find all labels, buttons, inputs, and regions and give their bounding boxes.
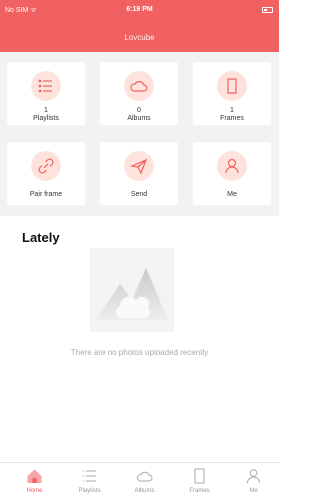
empty-photo-placeholder — [90, 248, 174, 332]
tab-me[interactable]: Me — [226, 463, 281, 497]
cloud-icon — [136, 471, 153, 482]
dashboard-grid: 1 Playlists 0 Albums 1 Frames Pair frame… — [0, 52, 279, 216]
battery-icon — [262, 7, 273, 13]
app-header: No SIM ᯤ 6:19 PM Lovcube — [0, 0, 279, 52]
playlists-count: 1 — [44, 107, 48, 114]
mountain-icon — [96, 268, 168, 320]
tab-home[interactable]: Home — [7, 463, 62, 497]
status-bar: No SIM ᯤ 6:19 PM — [0, 6, 279, 18]
send-label: Send — [130, 191, 148, 198]
tab-playlists-label: Playlists — [78, 488, 101, 494]
tab-home-label: Home — [26, 488, 43, 494]
home-icon — [27, 469, 42, 483]
playlists-card[interactable]: 1 Playlists — [7, 62, 85, 125]
frame-icon — [217, 71, 247, 101]
pair-frame-card[interactable]: Pair frame — [7, 142, 85, 205]
tab-frames-label: Frames — [189, 488, 210, 494]
tab-frames[interactable]: Frames — [172, 463, 227, 497]
frames-count: 1 — [230, 107, 234, 114]
person-icon — [217, 151, 247, 181]
person-icon — [247, 469, 260, 484]
page-title: Lovcube — [124, 33, 155, 42]
send-card[interactable]: Send — [100, 142, 178, 205]
tab-albums-label: Albums — [134, 488, 155, 494]
playlists-label: Playlists — [33, 115, 59, 122]
tab-albums[interactable]: Albums — [117, 463, 172, 497]
list-icon — [31, 71, 61, 101]
albums-card[interactable]: 0 Albums — [100, 62, 178, 125]
pair-frame-label: Pair frame — [29, 191, 63, 198]
empty-message: There are no photos uploaded recently — [70, 348, 209, 357]
frames-label: Frames — [220, 115, 244, 122]
frames-card[interactable]: 1 Frames — [193, 62, 271, 125]
send-icon — [124, 151, 154, 181]
cloud-icon — [124, 71, 154, 101]
link-icon — [31, 151, 61, 181]
lately-heading: Lately — [22, 230, 60, 245]
tab-playlists[interactable]: Playlists — [62, 463, 117, 497]
tab-bar: Home Playlists Albums Frames Me — [0, 462, 279, 497]
me-label: Me — [227, 191, 237, 198]
albums-label: Albums — [127, 115, 151, 122]
albums-count: 0 — [137, 107, 141, 114]
list-icon — [83, 470, 96, 482]
clock: 6:19 PM — [126, 6, 153, 13]
tab-me-label: Me — [249, 488, 258, 494]
me-card[interactable]: Me — [193, 142, 271, 205]
frame-icon — [194, 468, 205, 484]
